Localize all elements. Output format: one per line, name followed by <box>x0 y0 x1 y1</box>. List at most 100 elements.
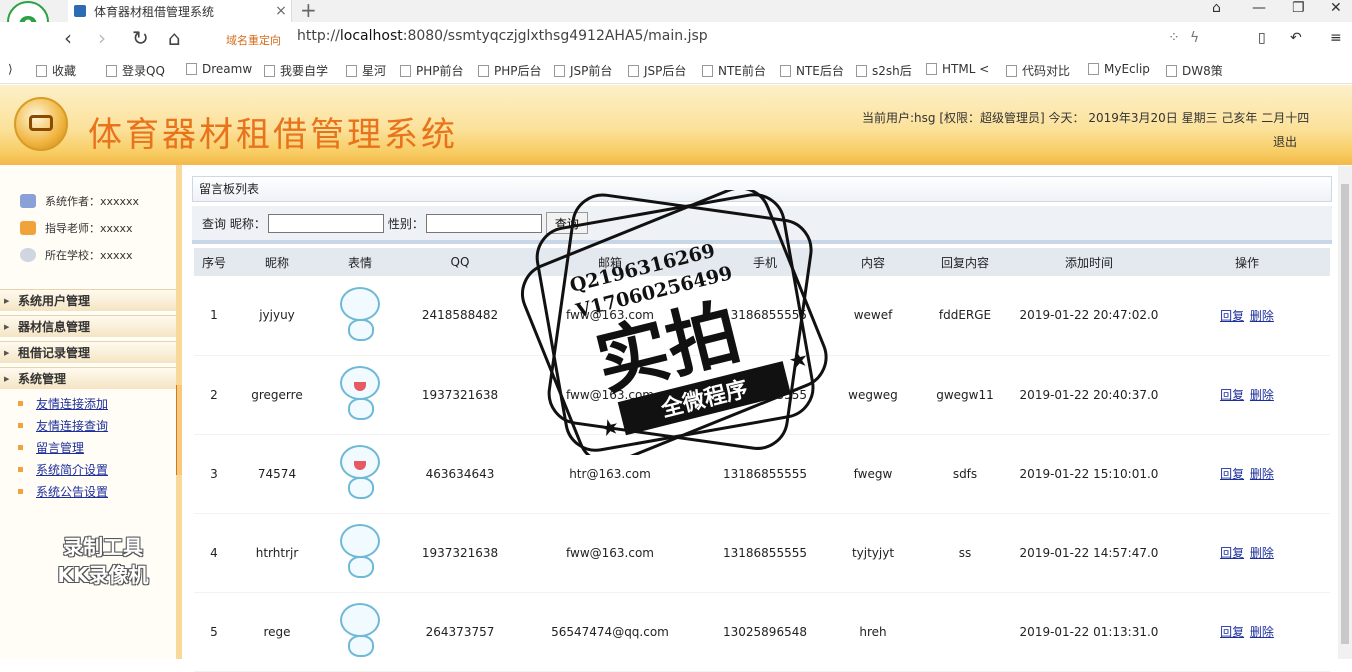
close-window-icon[interactable]: ✕ <box>1330 0 1342 16</box>
bookmark-item[interactable]: MyEclip <box>1088 62 1150 76</box>
bookmark-icon <box>926 63 937 75</box>
reply-link[interactable]: 回复 <box>1220 625 1244 639</box>
cell-no: 2 <box>194 355 234 435</box>
cell-phone: 13186855555 <box>700 276 830 356</box>
table-header-row: 序号 昵称 表情 QQ 邮箱 手机 内容 回复内容 添加时间 操作 <box>194 248 1330 276</box>
column-header: 内容 <box>830 248 916 276</box>
bookmark-item[interactable]: 星河 <box>346 62 386 79</box>
forward-icon[interactable]: › <box>98 26 106 50</box>
menu-rental-records[interactable]: 租借记录管理 <box>0 341 176 364</box>
menu-equipment-management[interactable]: 器材信息管理 <box>0 315 176 338</box>
minimize-icon[interactable]: — <box>1252 0 1266 16</box>
bookmark-item[interactable]: 登录QQ <box>106 62 165 79</box>
main-content: 留言板列表 查询 昵称： 性别： 查询 序号 昵称 表情 QQ 邮箱 手机 内容 回复内容 添加… <box>192 176 1332 672</box>
browser-navbar: ‹ › ↻ ⌂ 域名重定向 http://localhost:8080/ssmt… <box>0 22 1352 56</box>
restore-icon[interactable]: ❐ <box>1292 0 1305 16</box>
sidebar-scroll-handle[interactable] <box>176 385 182 475</box>
info-author: 系统作者：xxxxxx <box>20 193 139 209</box>
bookmark-icon <box>780 64 791 77</box>
lightning-icon[interactable]: ϟ <box>1190 30 1199 46</box>
bookmark-item[interactable]: NTE前台 <box>702 62 766 79</box>
bookmark-icon <box>628 64 639 77</box>
grid-icon[interactable]: ⁘ <box>1168 30 1180 46</box>
reply-link[interactable]: 回复 <box>1220 388 1244 402</box>
nick-search-input[interactable] <box>267 213 384 233</box>
reply-link[interactable]: 回复 <box>1220 546 1244 560</box>
reply-link[interactable]: 回复 <box>1220 467 1244 481</box>
submenu-link-query[interactable]: 友情连接查询 <box>18 417 108 434</box>
bookmark-item[interactable]: DW8策 <box>1166 62 1223 79</box>
cell-qq: 2418588482 <box>400 276 520 356</box>
search-button[interactable]: 查询 <box>545 212 588 234</box>
logout-link[interactable]: 退出 <box>1273 133 1297 150</box>
bookmark-item[interactable]: PHP前台 <box>400 62 464 79</box>
back-icon[interactable]: ‹ <box>64 26 72 50</box>
delete-link[interactable]: 删除 <box>1250 309 1274 323</box>
search-bar: 查询 昵称： 性别： 查询 <box>192 206 1332 244</box>
reply-link[interactable]: 回复 <box>1220 309 1244 323</box>
cell-reply: gwegw11 <box>916 355 1014 435</box>
menu-icon[interactable]: ≡ <box>1330 30 1342 46</box>
cell-time: 2019-01-22 14:57:47.0 <box>1014 513 1164 593</box>
cell-content: fwegw <box>830 434 916 514</box>
bear-emoji-icon <box>332 283 388 345</box>
bookmark-icon <box>106 64 117 77</box>
info-teacher-label: 指导老师：xxxxx <box>45 222 133 235</box>
bookmark-item[interactable]: JSP前台 <box>554 62 612 79</box>
menu-system-management[interactable]: 系统管理 <box>0 367 176 390</box>
cell-content: wewef <box>830 276 916 356</box>
bookmarks-toggle-icon[interactable]: ⟩ <box>8 62 13 76</box>
actions-cell: 回复 删除 <box>1164 355 1330 435</box>
table-row: 3 74574 463634643 htr@163.com 13186855555 fwe… <box>194 434 1330 514</box>
bookmark-item[interactable]: PHP后台 <box>478 62 542 79</box>
cell-time: 2019-01-22 01:13:31.0 <box>1014 592 1164 672</box>
delete-link[interactable]: 删除 <box>1250 546 1274 560</box>
tab-close-icon[interactable]: × <box>271 3 291 19</box>
emoji-cell <box>320 434 400 514</box>
menu-user-management[interactable]: 系统用户管理 <box>0 289 176 312</box>
teacher-icon <box>20 221 36 235</box>
actions-cell: 回复 删除 <box>1164 276 1330 356</box>
submenu-message-management[interactable]: 留言管理 <box>18 439 84 456</box>
bookmark-item[interactable]: JSP后台 <box>628 62 686 79</box>
undo-icon[interactable]: ↶ <box>1290 30 1302 46</box>
cell-content: hreh <box>830 592 916 672</box>
bookmark-item[interactable]: NTE后台 <box>780 62 844 79</box>
info-school-label: 所在学校：xxxxx <box>45 249 133 262</box>
bookmark-item[interactable]: HTML < <box>926 62 989 76</box>
skin-icon[interactable]: ⌂ <box>1212 0 1221 16</box>
bookmark-item[interactable]: 我要自学 <box>264 62 328 79</box>
bookmark-item[interactable]: Dreamw <box>186 62 252 76</box>
cell-qq: 463634643 <box>400 434 520 514</box>
school-icon <box>20 248 36 262</box>
info-author-label: 系统作者：xxxxxx <box>45 195 140 208</box>
delete-link[interactable]: 删除 <box>1250 467 1274 481</box>
actions-cell: 回复 删除 <box>1164 592 1330 672</box>
bookmark-item[interactable]: 收藏 <box>36 62 76 79</box>
cell-time: 2019-01-22 20:47:02.0 <box>1014 276 1164 356</box>
address-bar[interactable]: http://localhost:8080/ssmtyqczjglxthsg49… <box>297 28 708 44</box>
cell-content: tyjtyjyt <box>830 513 916 593</box>
home-icon[interactable]: ⌂ <box>168 26 181 50</box>
bookmark-icon <box>1166 64 1177 77</box>
cell-nick: 74574 <box>234 434 320 514</box>
delete-link[interactable]: 删除 <box>1250 388 1274 402</box>
bookmark-item[interactable]: 代码对比 <box>1006 62 1070 79</box>
delete-link[interactable]: 删除 <box>1250 625 1274 639</box>
bear-emoji-icon <box>332 520 388 582</box>
submenu-link-add[interactable]: 友情连接添加 <box>18 395 108 412</box>
emoji-cell <box>320 276 400 356</box>
new-tab-icon[interactable]: + <box>300 0 317 22</box>
cell-no: 5 <box>194 592 234 672</box>
bookmark-item[interactable]: s2sh后 <box>856 62 912 79</box>
cell-email: fww@163.com <box>520 276 700 356</box>
browser-tab[interactable]: 体育器材租借管理系统 × <box>68 0 292 22</box>
gender-search-input[interactable] <box>425 213 542 233</box>
message-table: 序号 昵称 表情 QQ 邮箱 手机 内容 回复内容 添加时间 操作 1 jyjyuy 24185884… <box>194 248 1330 672</box>
reader-icon[interactable]: ▯ <box>1258 30 1266 46</box>
submenu-intro-settings[interactable]: 系统简介设置 <box>18 461 108 478</box>
page-scrollbar[interactable] <box>1338 166 1352 659</box>
submenu-notice-settings[interactable]: 系统公告设置 <box>18 483 108 500</box>
user-icon <box>20 194 36 208</box>
refresh-icon[interactable]: ↻ <box>132 26 149 50</box>
